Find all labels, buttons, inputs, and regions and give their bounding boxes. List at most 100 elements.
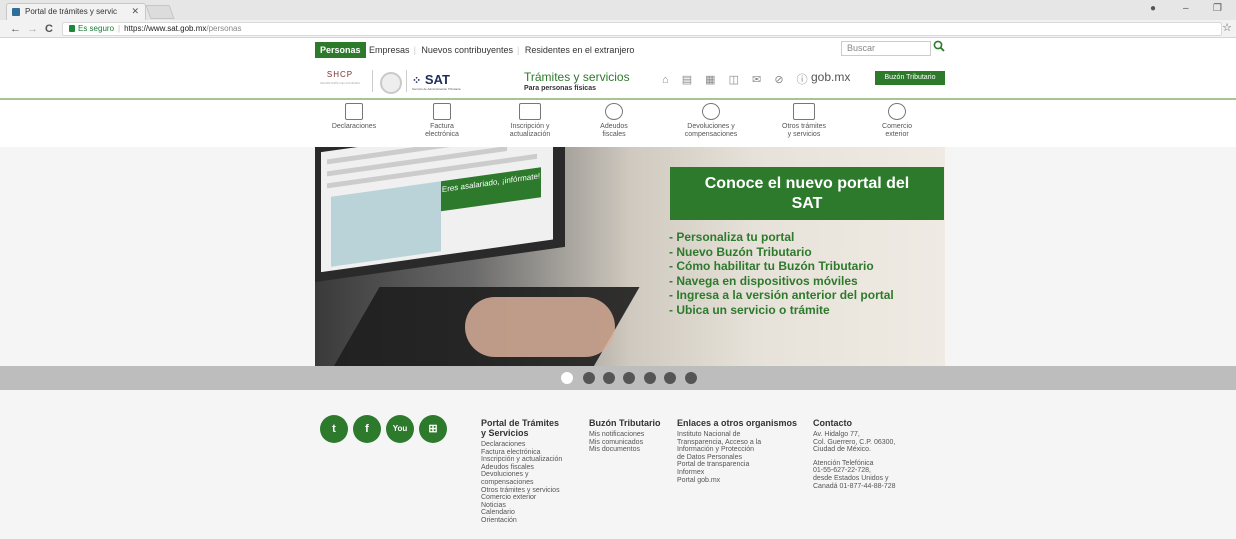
tab-nuevos-contribuyentes[interactable]: Nuevos contribuyentes	[421, 45, 513, 55]
category-adeudos[interactable]: Adeudos fiscales	[574, 103, 654, 139]
tab-empresas[interactable]: Empresas	[369, 45, 410, 55]
footer-col-title: Contacto	[813, 418, 852, 428]
tab-title: Portal de trámites y servic	[25, 7, 118, 16]
banner-feature-item[interactable]: - Cómo habilitar tu Buzón Tributario	[669, 259, 894, 274]
category-label: y servicios	[787, 131, 821, 138]
footer-link[interactable]: Calendario	[481, 509, 562, 517]
url-host: https://www.sat.gob.mx	[124, 24, 207, 33]
banner-feature-list: - Personaliza tu portal - Nuevo Buzón Tr…	[669, 230, 894, 317]
footer-col-enlaces: Enlaces a otros organismos Instituto Nac…	[677, 418, 797, 484]
back-button[interactable]: ←	[10, 22, 21, 36]
category-inscripcion[interactable]: Inscripción y actualización	[490, 103, 570, 139]
footer-link[interactable]: Transparencia, Acceso a la	[677, 439, 797, 447]
url-field[interactable]: Es seguro | https://www.sat.gob.mx/persona…	[62, 22, 1222, 36]
footer-col-title: Enlaces a otros organismos	[677, 418, 798, 428]
contact-line: Av. Hidalgo 77,	[813, 431, 860, 438]
reload-button[interactable]: C	[45, 22, 53, 36]
footer-col-contacto: Contacto Av. Hidalgo 77, Col. Guerrero, …	[813, 418, 896, 490]
search-input[interactable]: Buscar	[841, 41, 931, 56]
contact-line: Ciudad de México.	[813, 446, 871, 454]
category-factura[interactable]: Factura electrónica	[402, 103, 482, 139]
maximize-button[interactable]: ❐	[1213, 3, 1222, 14]
browser-tab[interactable]: Portal de trámites y servic ✕	[6, 3, 146, 20]
screen-promo: Eres asalariado, ¡infórmate!	[441, 167, 541, 212]
footer-link[interactable]: Comercio exterior	[481, 494, 562, 502]
contact-line: Canadá 01-877-44-88-728	[813, 482, 896, 490]
banner-feature-item[interactable]: - Ubica un servicio o trámite	[669, 303, 894, 318]
category-otros-tramites[interactable]: Otros trámites y servicios	[764, 103, 844, 139]
carousel-dot-6[interactable]	[664, 372, 676, 384]
banner-promo-title[interactable]: Conoce el nuevo portal del SAT	[670, 167, 944, 220]
carousel-dot-1[interactable]	[561, 372, 573, 384]
gobmx-link[interactable]: gob.mx	[811, 70, 850, 84]
footer-link[interactable]: Factura electrónica	[481, 449, 562, 457]
address-bar-row: ← → C Es seguro | https://www.sat.gob.mx/p…	[0, 20, 1236, 38]
new-tab-button[interactable]	[145, 5, 175, 19]
banner-feature-item[interactable]: - Personaliza tu portal	[669, 230, 894, 245]
footer-link[interactable]: Devoluciones y	[481, 471, 562, 479]
footer-link[interactable]: Portal gob.mx	[677, 477, 797, 485]
tab-personas[interactable]: Personas	[315, 42, 366, 58]
twitter-icon[interactable]: t	[320, 415, 348, 443]
facebook-icon[interactable]: f	[353, 415, 381, 443]
footer-link[interactable]: Informex	[677, 469, 797, 477]
banner-feature-item[interactable]: - Navega en dispositivos móviles	[669, 274, 894, 289]
category-label: Declaraciones	[331, 123, 377, 130]
search-icon[interactable]	[933, 40, 947, 56]
footer-link[interactable]: Orientación	[481, 517, 562, 525]
category-label: Otros trámites	[782, 123, 826, 130]
tab-close-icon[interactable]: ✕	[131, 4, 139, 19]
footer-col-title: Buzón Tributario	[589, 418, 661, 428]
shcp-logo[interactable]: SHCP SECRETARÍA DE HACIENDA	[315, 70, 365, 92]
carousel-dot-4[interactable]	[623, 372, 635, 384]
carousel-dot-5[interactable]	[644, 372, 656, 384]
footer-link[interactable]: Inscripción y actualización	[481, 456, 562, 464]
network-icon[interactable]: ⊞	[419, 415, 447, 443]
tab-separator: |	[516, 45, 520, 55]
category-label: fiscales	[602, 131, 626, 138]
sat-logo-text: SAT	[424, 72, 450, 87]
footer-link[interactable]: Mis documentos	[589, 446, 661, 454]
youtube-icon[interactable]: You	[386, 415, 414, 443]
laptop-screen: Eres asalariado, ¡infórmate!	[321, 147, 553, 273]
divider	[372, 70, 373, 92]
footer-link[interactable]: Mis notificaciones	[589, 431, 661, 439]
carousel-dot-2[interactable]	[583, 372, 595, 384]
footer-link[interactable]: Información y Protección	[677, 446, 797, 454]
carousel-dot-3[interactable]	[603, 372, 615, 384]
buzon-tributario-button[interactable]: Buzón Tributario	[875, 71, 945, 85]
footer-col-tramites: Portal de Trámites y Servicios Declaraci…	[481, 418, 562, 525]
account-icon[interactable]: ●	[1150, 3, 1156, 14]
url-separator: |	[118, 24, 121, 33]
browser-tab-bar: Portal de trámites y servic ✕ ● – ❐	[0, 0, 1236, 20]
footer-col-buzon: Buzón Tributario Mis notificaciones Mis …	[589, 418, 661, 454]
minimize-button[interactable]: –	[1183, 3, 1189, 14]
banner-feature-item[interactable]: - Nuevo Buzón Tributario	[669, 245, 894, 260]
category-declaraciones[interactable]: Declaraciones	[314, 103, 394, 131]
carousel-dot-7[interactable]	[685, 372, 697, 384]
footer-link[interactable]: Portal de transparencia	[677, 461, 797, 469]
audience-tabs: Personas Empresas | Nuevos contribuyentes…	[315, 42, 635, 58]
category-comercio-exterior[interactable]: Comercio exterior	[857, 103, 937, 139]
factura-icon	[433, 103, 451, 120]
footer-link[interactable]: Noticias	[481, 502, 562, 510]
otros-tramites-icon	[793, 103, 815, 120]
utility-icons[interactable]: ⌂ ▤ ▦ ◫ ✉ ⊘ ⓘ	[662, 71, 813, 87]
bookmark-star-icon[interactable]: ☆	[1222, 21, 1232, 34]
sat-logo[interactable]: ⁘ SAT Servicio de Administración Tributar…	[412, 72, 461, 91]
footer-link[interactable]: Declaraciones	[481, 441, 562, 449]
footer-link[interactable]: de Datos Personales	[677, 454, 797, 462]
footer-link[interactable]: Instituto Nacional de	[677, 431, 797, 439]
footer-link[interactable]: Otros trámites y servicios	[481, 487, 562, 495]
footer-link[interactable]: Mis comunicados	[589, 439, 661, 447]
screen-hero-image	[331, 181, 441, 267]
footer-link[interactable]: Adeudos fiscales	[481, 464, 562, 472]
tab-residentes-extranjero[interactable]: Residentes en el extranjero	[525, 45, 635, 55]
shcp-logo-text: SHCP	[326, 70, 354, 79]
category-devoluciones[interactable]: Devoluciones y compensaciones	[666, 103, 756, 139]
category-label: Adeudos	[600, 123, 628, 130]
footer-link[interactable]: compensaciones	[481, 479, 562, 487]
banner-feature-item[interactable]: - Ingresa a la versión anterior del port…	[669, 288, 894, 303]
category-label: Inscripción y	[510, 123, 550, 130]
forward-button[interactable]: →	[27, 22, 38, 36]
